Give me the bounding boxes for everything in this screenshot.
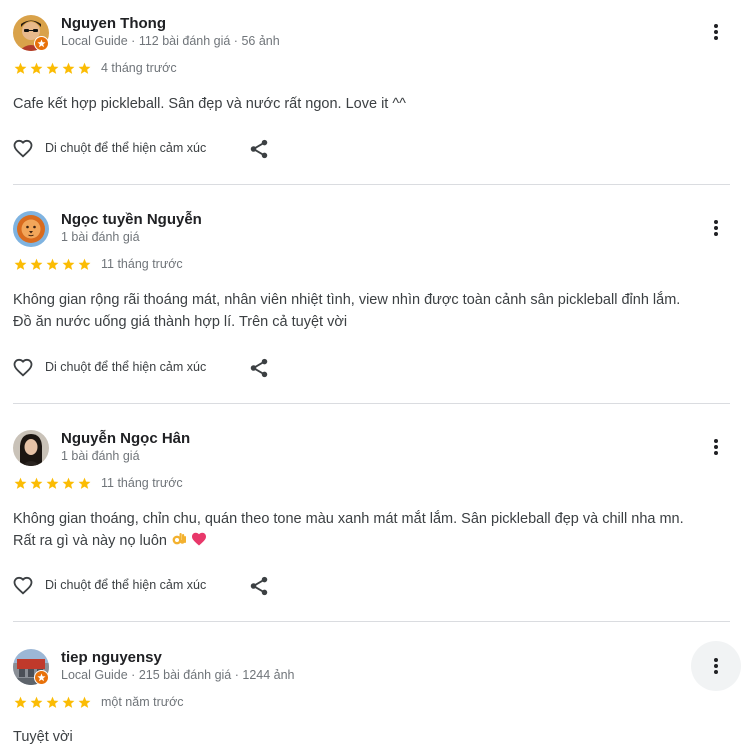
star-rating [13, 695, 92, 710]
heart-outline-icon[interactable] [11, 573, 35, 597]
more-options-button[interactable] [691, 641, 741, 691]
star-icon [62, 696, 75, 708]
star-icon [46, 696, 59, 708]
star-icon [78, 258, 91, 270]
review-text: Không gian rộng rãi thoáng mát, nhân viê… [13, 289, 735, 333]
star-rating [13, 257, 92, 272]
reviewer-avatar[interactable] [13, 649, 49, 685]
review-text-line: Đồ ăn nước uống giá thành hợp lí. Trên c… [13, 314, 348, 330]
star-icon [78, 696, 91, 708]
star-icon [46, 258, 59, 270]
more-vert-icon [714, 24, 718, 40]
reviewer-meta: Local Guide · 215 bài đánh giá · 1244 ản… [61, 668, 295, 682]
share-icon[interactable] [248, 138, 270, 160]
heart-outline-icon[interactable] [11, 136, 35, 160]
react-hint-label: Di chuột để thể hiện cảm xúc [45, 578, 207, 592]
ok-hand-emoji-icon [172, 533, 186, 545]
review-actions: Di chuột để thể hiện cảm xúc [11, 355, 268, 379]
star-rating [13, 61, 92, 76]
reviewer-meta: 1 bài đánh giá [61, 230, 140, 244]
star-icon [62, 258, 75, 270]
divider [13, 184, 730, 185]
star-icon [14, 62, 27, 74]
more-vert-icon [714, 220, 718, 236]
star-icon [30, 696, 43, 708]
review-text: Cafe kết hợp pickleball. Sân đẹp và nước… [13, 96, 406, 112]
star-icon [30, 477, 43, 489]
user-photo-avatar-icon [13, 430, 49, 466]
reviewer-name[interactable]: Nguyen Thong [61, 15, 166, 32]
star-icon [14, 258, 27, 270]
reviewer-avatar[interactable] [13, 430, 49, 466]
reviewer-name[interactable]: Ngọc tuyền Nguyễn [61, 211, 202, 228]
rating-row: một năm trước [13, 694, 184, 710]
review-date: 11 tháng trước [101, 476, 183, 490]
react-hint-label: Di chuột để thể hiện cảm xúc [45, 360, 207, 374]
more-options-button[interactable] [691, 203, 741, 253]
reviewer-name[interactable]: tiep nguyensy [61, 649, 162, 666]
review-actions: Di chuột để thể hiện cảm xúc [11, 136, 268, 160]
local-guide-badge-icon [34, 36, 49, 51]
star-icon [46, 62, 59, 74]
review-date: 11 tháng trước [101, 257, 183, 271]
divider [13, 621, 730, 622]
star-icon [62, 477, 75, 489]
more-vert-icon [714, 658, 718, 674]
reviewer-meta: 1 bài đánh giá [61, 449, 140, 463]
star-icon [46, 477, 59, 489]
reviewer-avatar[interactable] [13, 15, 49, 51]
review-date: 4 tháng trước [101, 61, 177, 75]
star-rating [13, 476, 92, 491]
star-icon [14, 696, 27, 708]
reviewer-name[interactable]: Nguyễn Ngọc Hân [61, 430, 190, 447]
review-text: Không gian thoáng, chỉn chu, quán theo t… [13, 508, 735, 552]
divider [13, 403, 730, 404]
reviewer-meta: Local Guide · 112 bài đánh giá · 56 ảnh [61, 34, 280, 48]
rating-row: 11 tháng trước [13, 256, 183, 272]
more-vert-icon [714, 439, 718, 455]
star-icon [78, 62, 91, 74]
review-text-line-with-emoji: Rất ra gì và này nọ luôn [13, 530, 735, 552]
reviewer-avatar[interactable] [13, 211, 49, 247]
review-text-line: Không gian thoáng, chỉn chu, quán theo t… [13, 511, 684, 527]
review-text-line: Không gian rộng rãi thoáng mát, nhân viê… [13, 292, 681, 308]
share-icon[interactable] [248, 357, 270, 379]
lion-avatar-icon [13, 211, 49, 247]
star-icon [62, 62, 75, 74]
local-guide-badge-icon [34, 670, 49, 685]
rating-row: 4 tháng trước [13, 60, 177, 76]
heart-emoji-icon [192, 532, 207, 546]
react-hint-label: Di chuột để thể hiện cảm xúc [45, 141, 207, 155]
review-text: Tuyệt vời [13, 729, 73, 745]
star-icon [14, 477, 27, 489]
share-icon[interactable] [248, 575, 270, 597]
star-icon [30, 258, 43, 270]
heart-outline-icon[interactable] [11, 355, 35, 379]
more-options-button[interactable] [691, 7, 741, 57]
star-icon [30, 62, 43, 74]
more-options-button[interactable] [691, 422, 741, 472]
review-actions: Di chuột để thể hiện cảm xúc [11, 573, 268, 597]
star-icon [78, 477, 91, 489]
review-text-line: Rất ra gì và này nọ luôn [13, 533, 167, 549]
review-date: một năm trước [101, 695, 184, 709]
rating-row: 11 tháng trước [13, 475, 183, 491]
reviews-list: Nguyen Thong Local Guide · 112 bài đánh … [0, 0, 742, 750]
